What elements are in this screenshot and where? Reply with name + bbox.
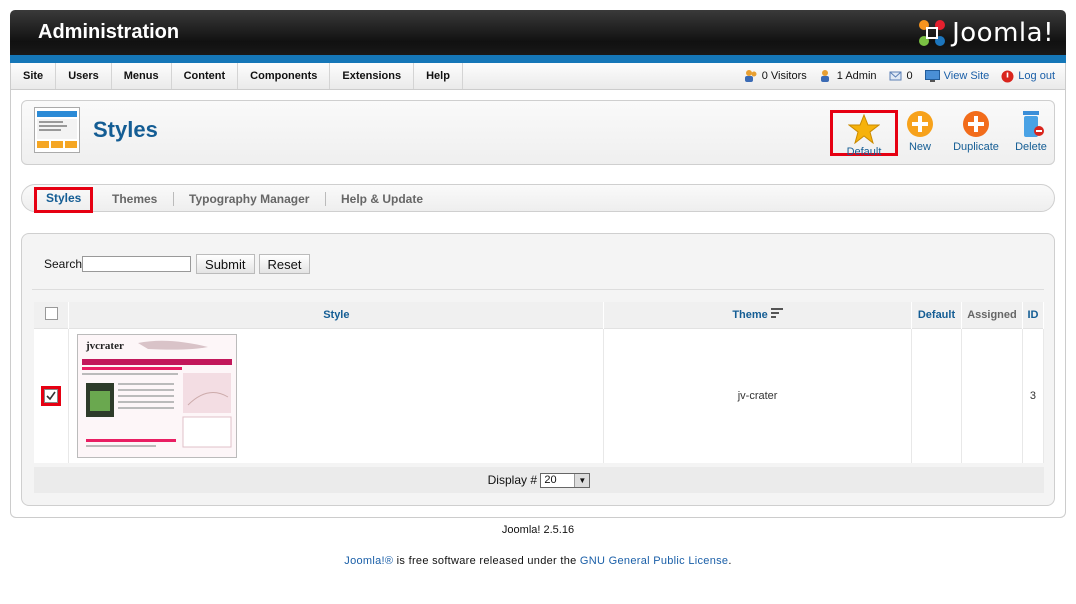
style-column-header[interactable]: Style bbox=[68, 302, 605, 328]
logo-text: Joomla! bbox=[952, 18, 1054, 48]
checkmark-icon bbox=[44, 388, 59, 403]
license-text: Joomla!® is free software released under… bbox=[0, 555, 1076, 567]
duplicate-button[interactable]: Duplicate bbox=[946, 109, 1006, 157]
tab-bar: Styles Themes Typography Manager Help & … bbox=[21, 184, 1055, 213]
default-column-header[interactable]: Default bbox=[911, 302, 962, 328]
messages-status[interactable]: 0 bbox=[889, 69, 913, 83]
header-accent-bar bbox=[10, 55, 1066, 63]
monitor-icon bbox=[924, 70, 940, 82]
joomla-logo: Joomla! bbox=[916, 17, 1054, 49]
tab-help-update[interactable]: Help & Update bbox=[341, 189, 423, 209]
chevron-down-icon: ▼ bbox=[574, 474, 590, 488]
table-row[interactable]: jvcrater jv-crater 3 bbox=[34, 327, 1045, 463]
search-form: Search Submit Reset bbox=[44, 254, 314, 274]
style-thumbnail-cell: jvcrater bbox=[68, 327, 605, 463]
add-icon bbox=[907, 111, 933, 137]
style-thumbnail[interactable]: jvcrater bbox=[77, 333, 238, 458]
select-all-checkbox[interactable] bbox=[44, 306, 58, 320]
styles-table: Style Theme Default Assigned ID jvcrater… bbox=[34, 302, 1045, 463]
tab-styles[interactable]: Styles bbox=[34, 187, 94, 213]
delete-button[interactable]: Delete bbox=[1006, 109, 1056, 157]
main-menubar: Site Users Menus Content Components Exte… bbox=[10, 63, 1066, 90]
id-column-header[interactable]: ID bbox=[1022, 302, 1045, 328]
messages-count: 0 bbox=[906, 70, 913, 82]
styles-page-icon bbox=[34, 107, 80, 153]
version-text: Joomla! 2.5.16 bbox=[501, 524, 575, 536]
main-content: Styles Default New Duplicate Delete Styl… bbox=[10, 90, 1066, 518]
select-all-header bbox=[34, 302, 70, 328]
row-checkbox[interactable] bbox=[41, 385, 62, 406]
id-cell: 3 bbox=[1022, 327, 1045, 463]
menu-item-extensions[interactable]: Extensions bbox=[330, 63, 415, 89]
page-title: Styles bbox=[93, 117, 158, 142]
tab-typography-manager[interactable]: Typography Manager bbox=[189, 189, 309, 209]
reset-button[interactable]: Reset bbox=[258, 254, 311, 274]
admin-status: 1 Admin bbox=[819, 69, 877, 83]
thumbnail-brand: jvcrater bbox=[85, 340, 124, 352]
messages-icon bbox=[889, 71, 902, 81]
new-button-label: New bbox=[908, 141, 931, 153]
assigned-column-header: Assigned bbox=[961, 302, 1023, 328]
status-bar: 0 Visitors 1 Admin 0 View Site Log out bbox=[744, 63, 1055, 89]
logout-label: Log out bbox=[1018, 70, 1055, 82]
trash-icon bbox=[1023, 111, 1044, 137]
logout-link[interactable]: Log out bbox=[1001, 70, 1055, 83]
menu-item-site[interactable]: Site bbox=[11, 63, 57, 89]
default-button[interactable]: Default bbox=[830, 110, 898, 158]
menu-item-content[interactable]: Content bbox=[172, 63, 239, 89]
display-limit-select[interactable]: 20 ▼ bbox=[540, 473, 591, 489]
search-input[interactable] bbox=[82, 256, 192, 272]
admin-icon bbox=[820, 70, 829, 82]
search-label: Search bbox=[44, 257, 83, 271]
submit-button[interactable]: Submit bbox=[196, 254, 255, 274]
gpl-link[interactable]: GNU General Public License bbox=[580, 555, 728, 567]
assigned-cell bbox=[961, 327, 1023, 463]
default-cell[interactable] bbox=[911, 327, 962, 463]
theme-cell: jv-crater bbox=[603, 327, 912, 463]
theme-column-label: Theme bbox=[732, 309, 768, 322]
new-button[interactable]: New bbox=[892, 109, 948, 157]
theme-column-header[interactable]: Theme bbox=[603, 302, 912, 328]
star-icon bbox=[848, 114, 880, 144]
view-site-link[interactable]: View Site bbox=[924, 70, 990, 82]
view-site-label: View Site bbox=[943, 70, 990, 82]
styles-list-panel: Search Submit Reset Style Theme Default … bbox=[21, 233, 1055, 506]
table-header-row: Style Theme Default Assigned ID bbox=[34, 302, 1045, 328]
row-select-cell bbox=[34, 327, 70, 463]
license-suffix: . bbox=[728, 555, 732, 567]
visitors-count: 0 Visitors bbox=[761, 70, 807, 82]
default-button-label: Default bbox=[846, 146, 882, 158]
pagination-bar: Display # 20 ▼ bbox=[34, 467, 1044, 493]
admin-count: 1 Admin bbox=[836, 70, 877, 82]
joomla-link[interactable]: Joomla!® bbox=[344, 555, 393, 567]
main-menu: Site Users Menus Content Components Exte… bbox=[11, 63, 463, 89]
tab-separator bbox=[173, 192, 174, 206]
duplicate-icon bbox=[963, 111, 989, 137]
menu-item-help[interactable]: Help bbox=[414, 63, 463, 89]
license-middle: is free software released under the bbox=[393, 555, 580, 567]
menu-item-menus[interactable]: Menus bbox=[112, 63, 172, 89]
menu-item-users[interactable]: Users bbox=[56, 63, 112, 89]
delete-button-label: Delete bbox=[1015, 141, 1047, 153]
tab-themes[interactable]: Themes bbox=[112, 189, 157, 209]
tab-separator bbox=[325, 192, 326, 206]
search-divider bbox=[32, 289, 1044, 290]
menu-item-components[interactable]: Components bbox=[238, 63, 331, 89]
pagination-label: Display # bbox=[487, 473, 537, 487]
duplicate-button-label: Duplicate bbox=[953, 141, 999, 153]
header-title: Administration bbox=[38, 21, 180, 43]
sort-icon bbox=[770, 308, 783, 319]
visitors-status: 0 Visitors bbox=[744, 69, 807, 83]
power-icon bbox=[1001, 70, 1014, 82]
display-limit-value: 20 bbox=[544, 474, 557, 487]
toolbar: Styles Default New Duplicate Delete bbox=[21, 100, 1055, 165]
joomla-logo-icon bbox=[919, 20, 946, 46]
users-icon bbox=[744, 70, 757, 82]
